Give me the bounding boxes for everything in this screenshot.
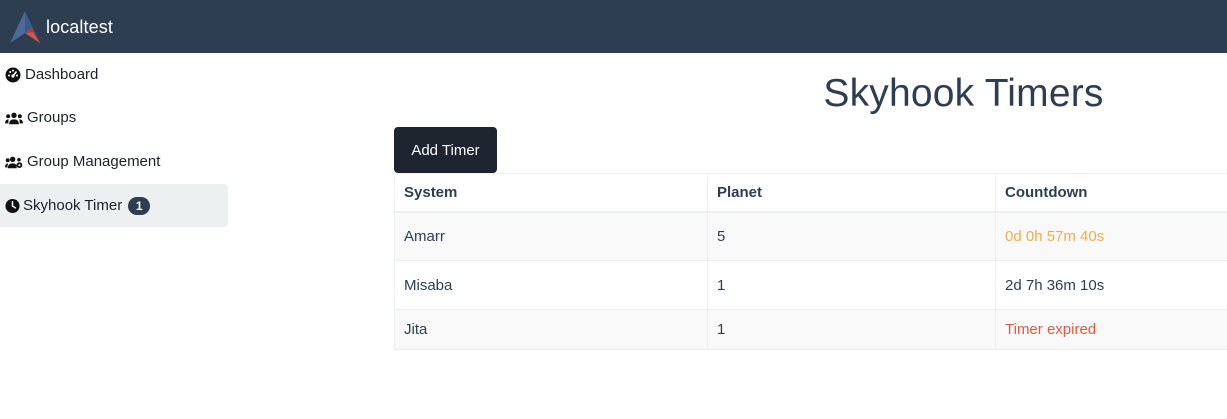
sidebar: Dashboard Groups Group Management Skyhoo… — [0, 53, 228, 227]
clock-icon — [5, 198, 20, 213]
column-header-system[interactable]: System — [394, 173, 708, 213]
planet-cell: 1 — [707, 309, 996, 350]
brand-logo-icon — [10, 11, 40, 43]
sidebar-item-label: Dashboard — [25, 65, 99, 83]
page-title: Skyhook Timers — [823, 72, 1104, 115]
brand-name: localtest — [46, 17, 113, 37]
timer-count-badge: 1 — [128, 196, 151, 215]
column-header-countdown[interactable]: Countdown — [995, 173, 1227, 213]
table-row: Misaba 1 2d 7h 36m 10s — [394, 260, 1227, 310]
planet-cell: 5 — [707, 211, 996, 261]
top-navbar: localtest — [0, 0, 1227, 53]
sidebar-item-skyhook-timer[interactable]: Skyhook Timer 1 — [0, 184, 228, 227]
table-row: Amarr 5 0d 0h 57m 40s — [394, 211, 1227, 261]
timers-table: System Planet Countdown Amarr 5 0d 0h 57… — [394, 173, 1227, 350]
users-cog-icon — [5, 156, 23, 168]
system-cell: Jita — [394, 309, 708, 350]
sidebar-item-label: Groups — [27, 108, 77, 126]
users-icon — [5, 112, 23, 124]
table-row: Jita 1 Timer expired — [394, 309, 1227, 350]
system-cell: Misaba — [394, 260, 708, 310]
countdown-cell: 0d 0h 57m 40s — [995, 211, 1227, 261]
sidebar-item-dashboard[interactable]: Dashboard — [0, 53, 228, 96]
countdown-cell: 2d 7h 36m 10s — [995, 260, 1227, 310]
table-header-row: System Planet Countdown — [394, 173, 1227, 213]
sidebar-item-groups[interactable]: Groups — [0, 96, 228, 139]
planet-cell: 1 — [707, 260, 996, 310]
column-header-planet[interactable]: Planet — [707, 173, 996, 213]
dashboard-icon — [5, 67, 21, 82]
system-cell: Amarr — [394, 211, 708, 261]
countdown-cell: Timer expired — [995, 309, 1227, 350]
sidebar-item-group-management[interactable]: Group Management — [0, 139, 228, 184]
sidebar-item-label: Skyhook Timer — [23, 196, 123, 214]
add-timer-button[interactable]: Add Timer — [394, 127, 497, 173]
brand-link[interactable]: localtest — [10, 10, 113, 44]
sidebar-item-label: Group Management — [27, 152, 161, 170]
